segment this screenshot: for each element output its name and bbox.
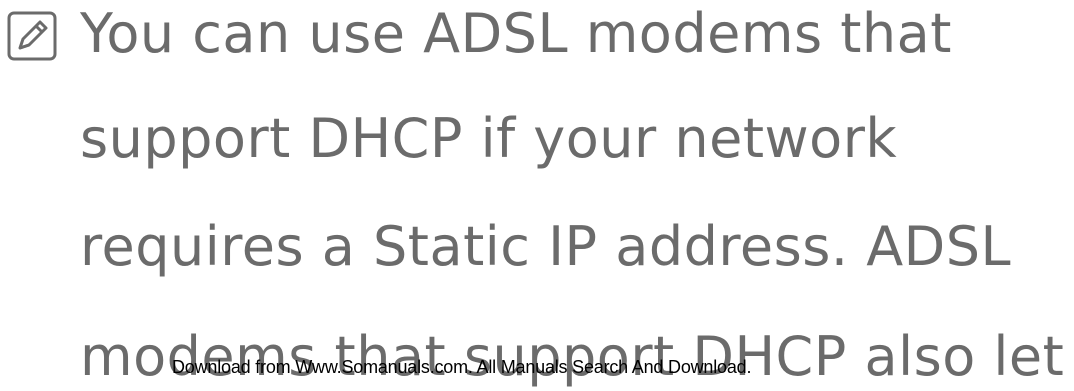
note-text-line: requires a Static IP address. ADSL — [80, 215, 1012, 278]
download-watermark: Download from Www.Somanuals.com. All Man… — [172, 357, 752, 377]
note-text-line: support DHCP if your network — [80, 107, 898, 170]
note-pencil-icon — [6, 10, 58, 62]
note-text-line: You can use ADSL modems that — [80, 2, 952, 65]
